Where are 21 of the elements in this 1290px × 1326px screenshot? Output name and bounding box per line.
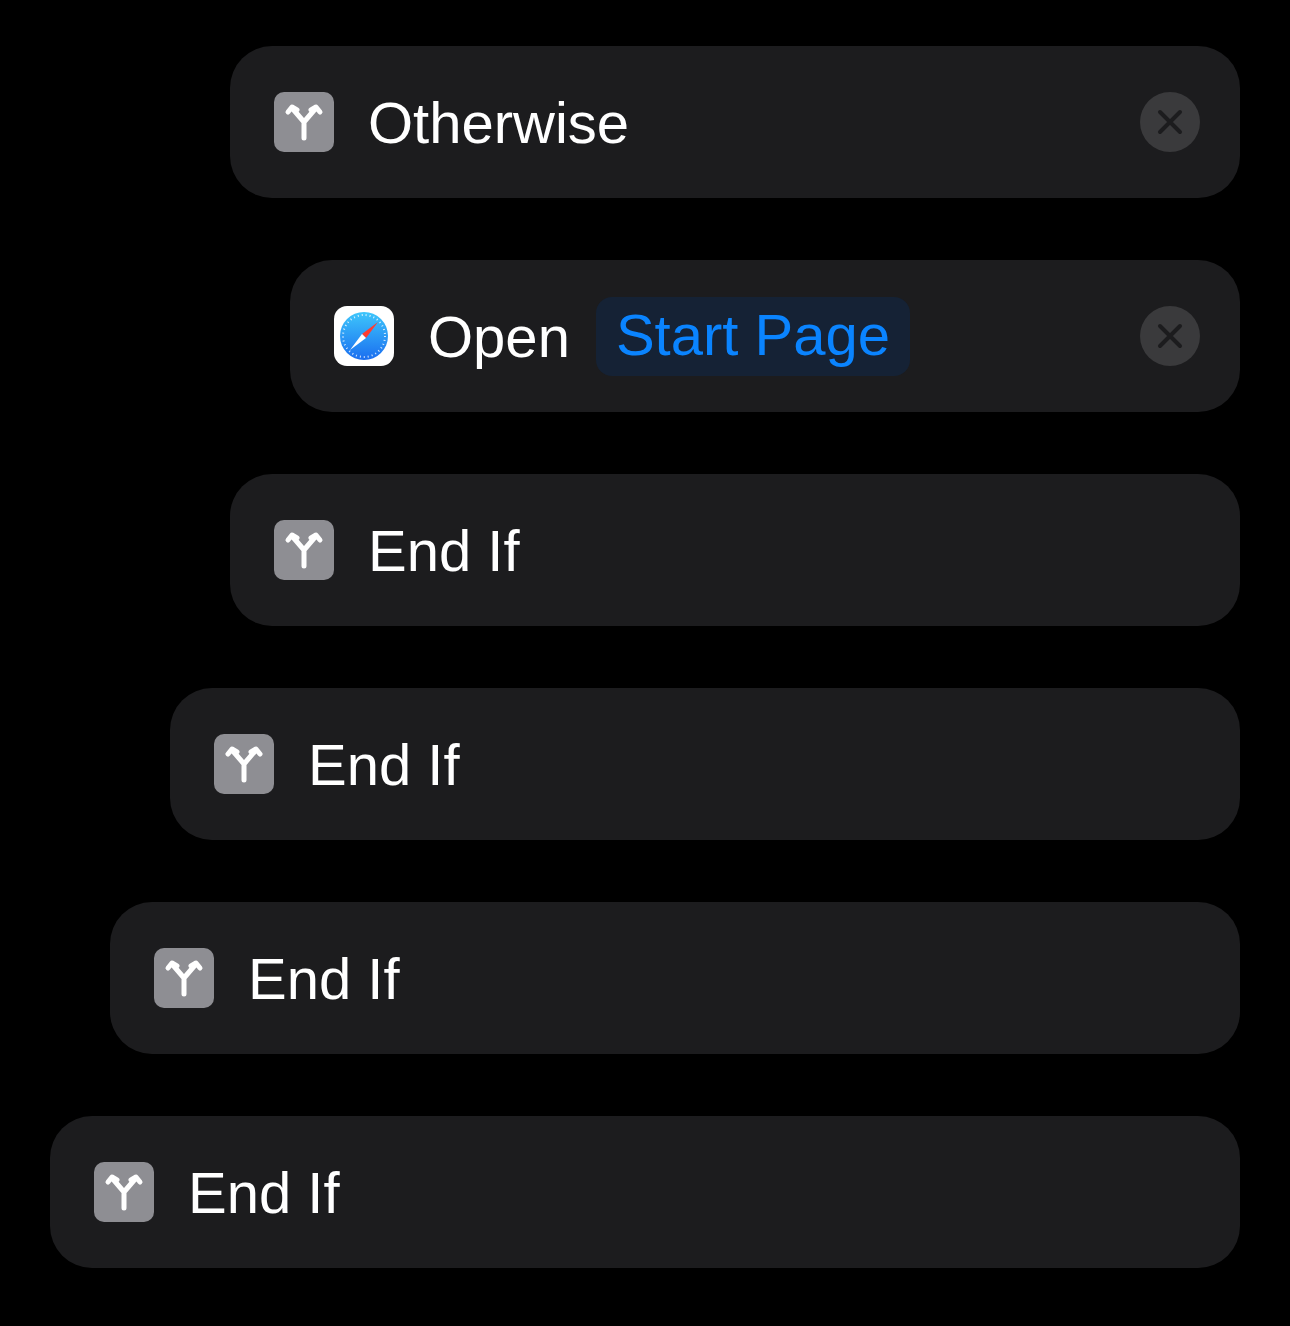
branch-icon (274, 520, 334, 580)
close-icon (1157, 109, 1183, 135)
branch-icon (214, 734, 274, 794)
action-card[interactable]: Open Start Page (290, 260, 1240, 412)
action-card[interactable]: End If (110, 902, 1240, 1054)
parameter-token[interactable]: Start Page (595, 296, 910, 376)
action-title: End If (368, 516, 520, 584)
action-title: End If (188, 1158, 340, 1226)
action-title: End If (308, 730, 460, 798)
action-card[interactable]: Otherwise (230, 46, 1240, 198)
action-card[interactable]: End If (230, 474, 1240, 626)
action-title: Otherwise (368, 88, 630, 156)
branch-icon (94, 1162, 154, 1222)
action-card[interactable]: End If (50, 1116, 1240, 1268)
action-card[interactable]: End If (170, 688, 1240, 840)
branch-icon (154, 948, 214, 1008)
action-title: Open (428, 302, 570, 370)
action-title: End If (248, 944, 400, 1012)
close-icon (1157, 323, 1183, 349)
branch-icon (274, 92, 334, 152)
compass-icon (334, 306, 394, 366)
